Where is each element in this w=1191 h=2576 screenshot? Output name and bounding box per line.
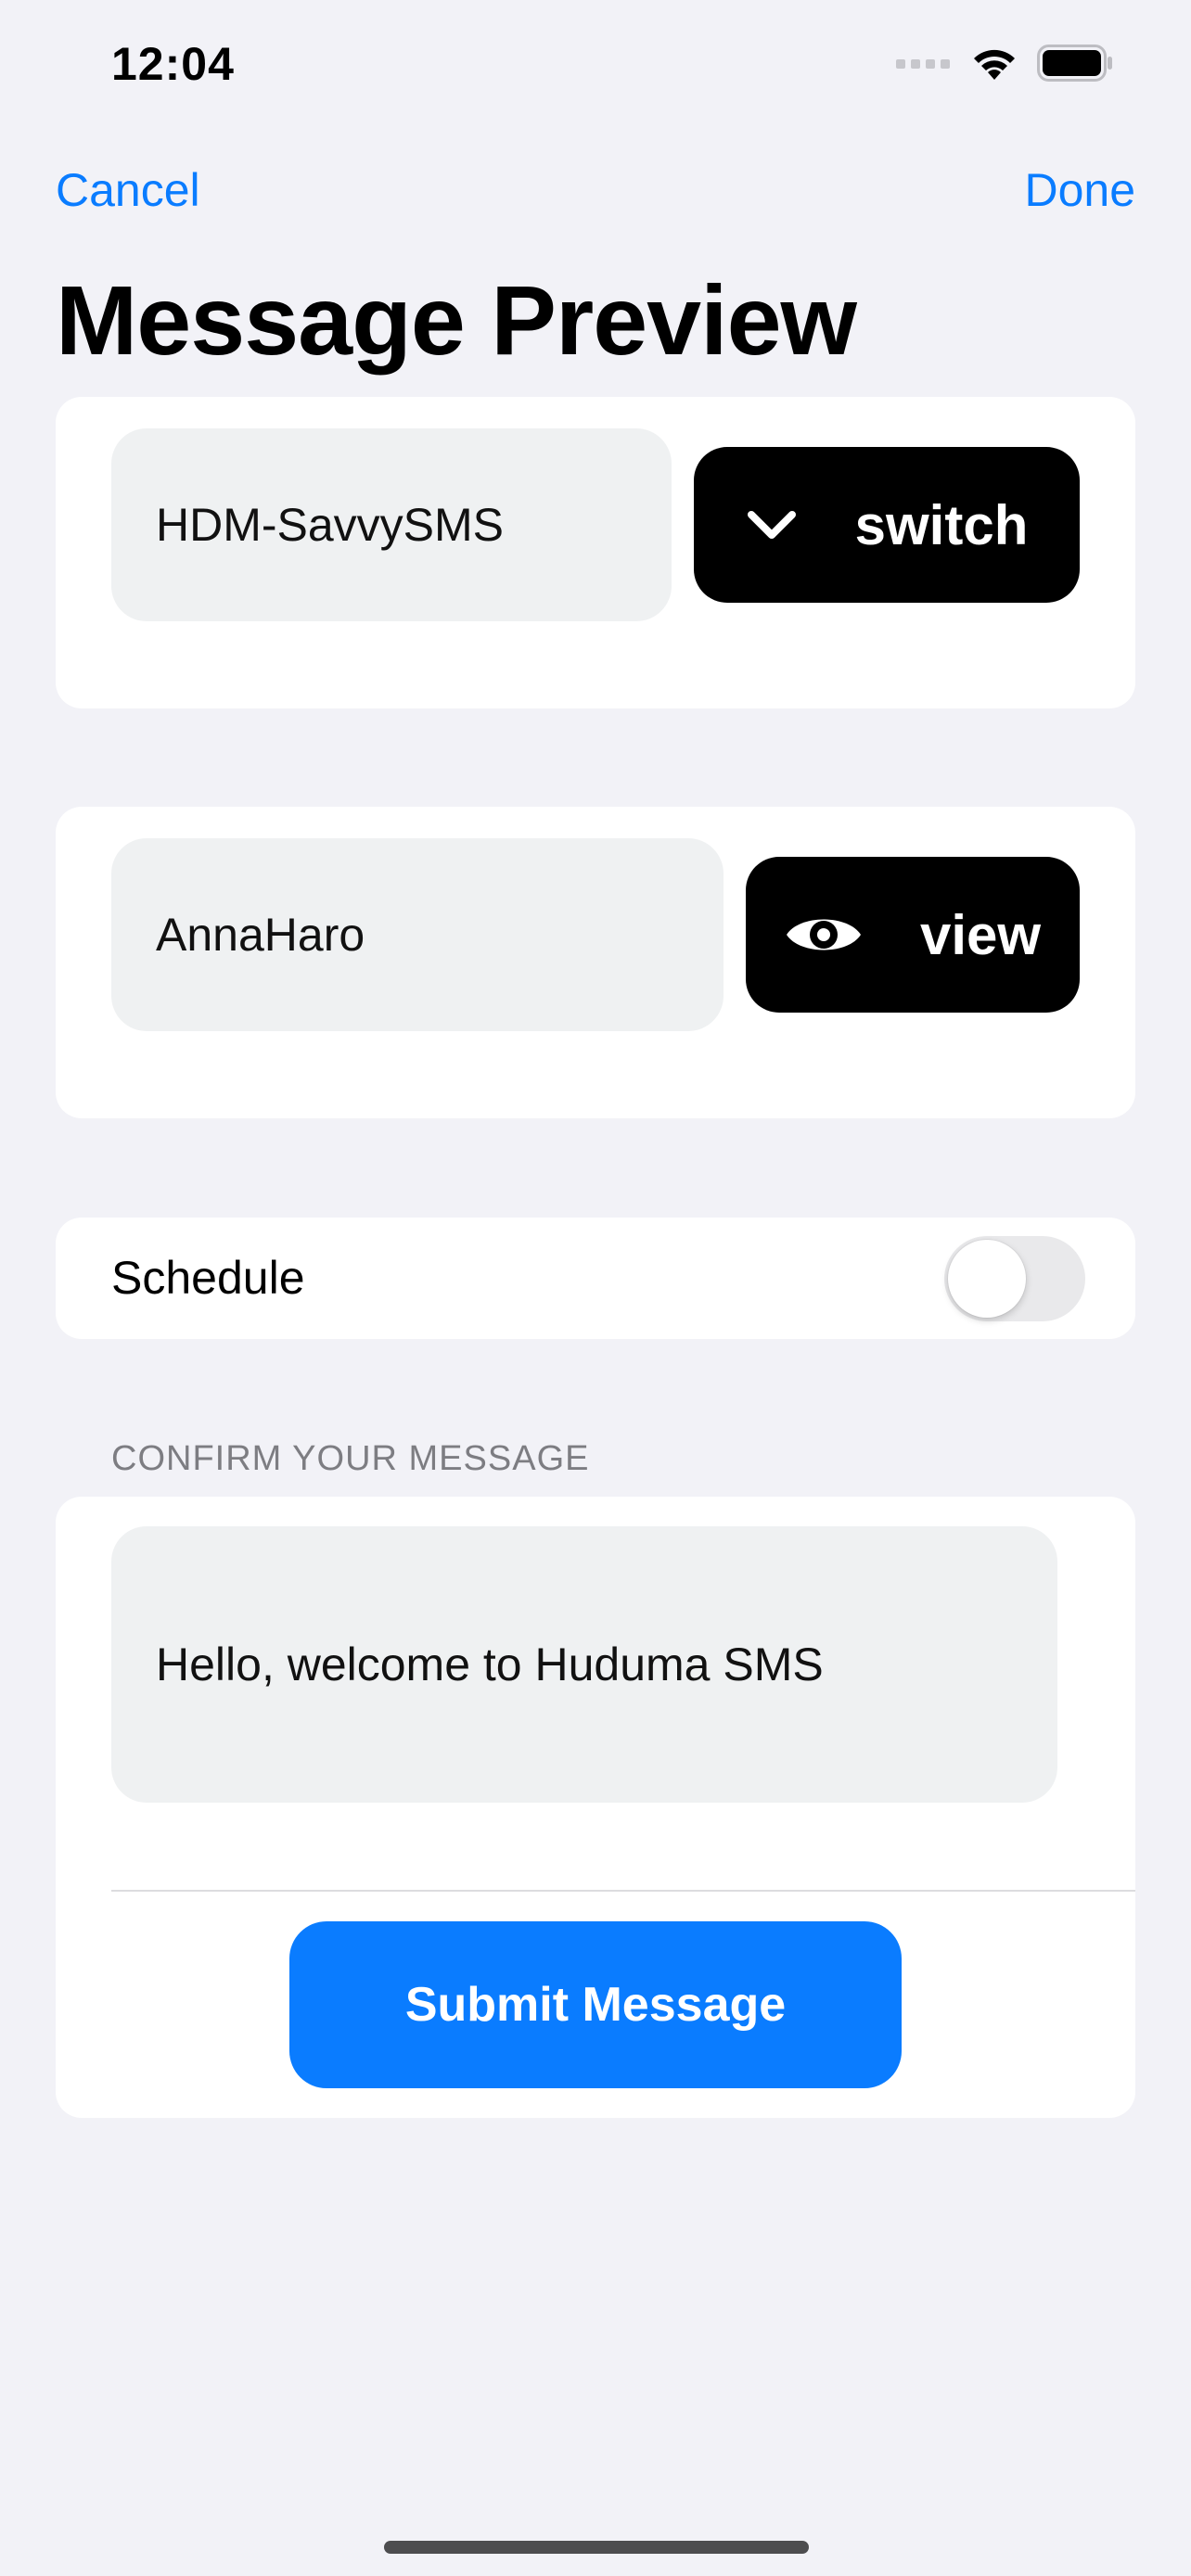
switch-sender-button[interactable]: switch bbox=[694, 447, 1080, 603]
wifi-icon bbox=[974, 49, 1015, 80]
battery-icon bbox=[1037, 45, 1112, 82]
home-indicator bbox=[384, 2541, 809, 2554]
confirm-card: Hello, welcome to Huduma SMS Submit Mess… bbox=[56, 1497, 1135, 2118]
sender-field[interactable]: HDM-SavvySMS bbox=[111, 428, 672, 621]
status-icons bbox=[896, 45, 1113, 82]
toggle-knob bbox=[948, 1240, 1026, 1318]
view-recipient-button[interactable]: view bbox=[746, 857, 1080, 1013]
status-time: 12:04 bbox=[111, 38, 235, 90]
eye-icon bbox=[786, 919, 861, 950]
chevron-down-icon bbox=[747, 511, 796, 539]
recipient-value: AnnaHaro bbox=[156, 909, 365, 961]
schedule-label: Schedule bbox=[111, 1252, 305, 1304]
message-text: Hello, welcome to Huduma SMS bbox=[156, 1639, 824, 1690]
done-button[interactable]: Done bbox=[1024, 163, 1135, 217]
recipient-card: AnnaHaro view bbox=[56, 807, 1135, 1118]
sender-value: HDM-SavvySMS bbox=[156, 499, 505, 551]
sender-card: HDM-SavvySMS switch bbox=[56, 397, 1135, 708]
view-button-label: view bbox=[919, 903, 1042, 966]
schedule-toggle[interactable] bbox=[944, 1236, 1085, 1321]
divider bbox=[111, 1890, 1135, 1892]
page-title: Message Preview bbox=[56, 266, 857, 376]
section-header: CONFIRM YOUR MESSAGE bbox=[111, 1439, 590, 1478]
cancel-button[interactable]: Cancel bbox=[56, 163, 200, 217]
submit-message-button[interactable]: Submit Message bbox=[289, 1921, 902, 2088]
cellular-signal-icon bbox=[896, 59, 950, 69]
schedule-row: Schedule bbox=[56, 1218, 1135, 1339]
recipient-field[interactable]: AnnaHaro bbox=[111, 838, 724, 1031]
switch-button-label: switch bbox=[854, 493, 1029, 556]
message-field[interactable]: Hello, welcome to Huduma SMS bbox=[111, 1526, 1057, 1803]
